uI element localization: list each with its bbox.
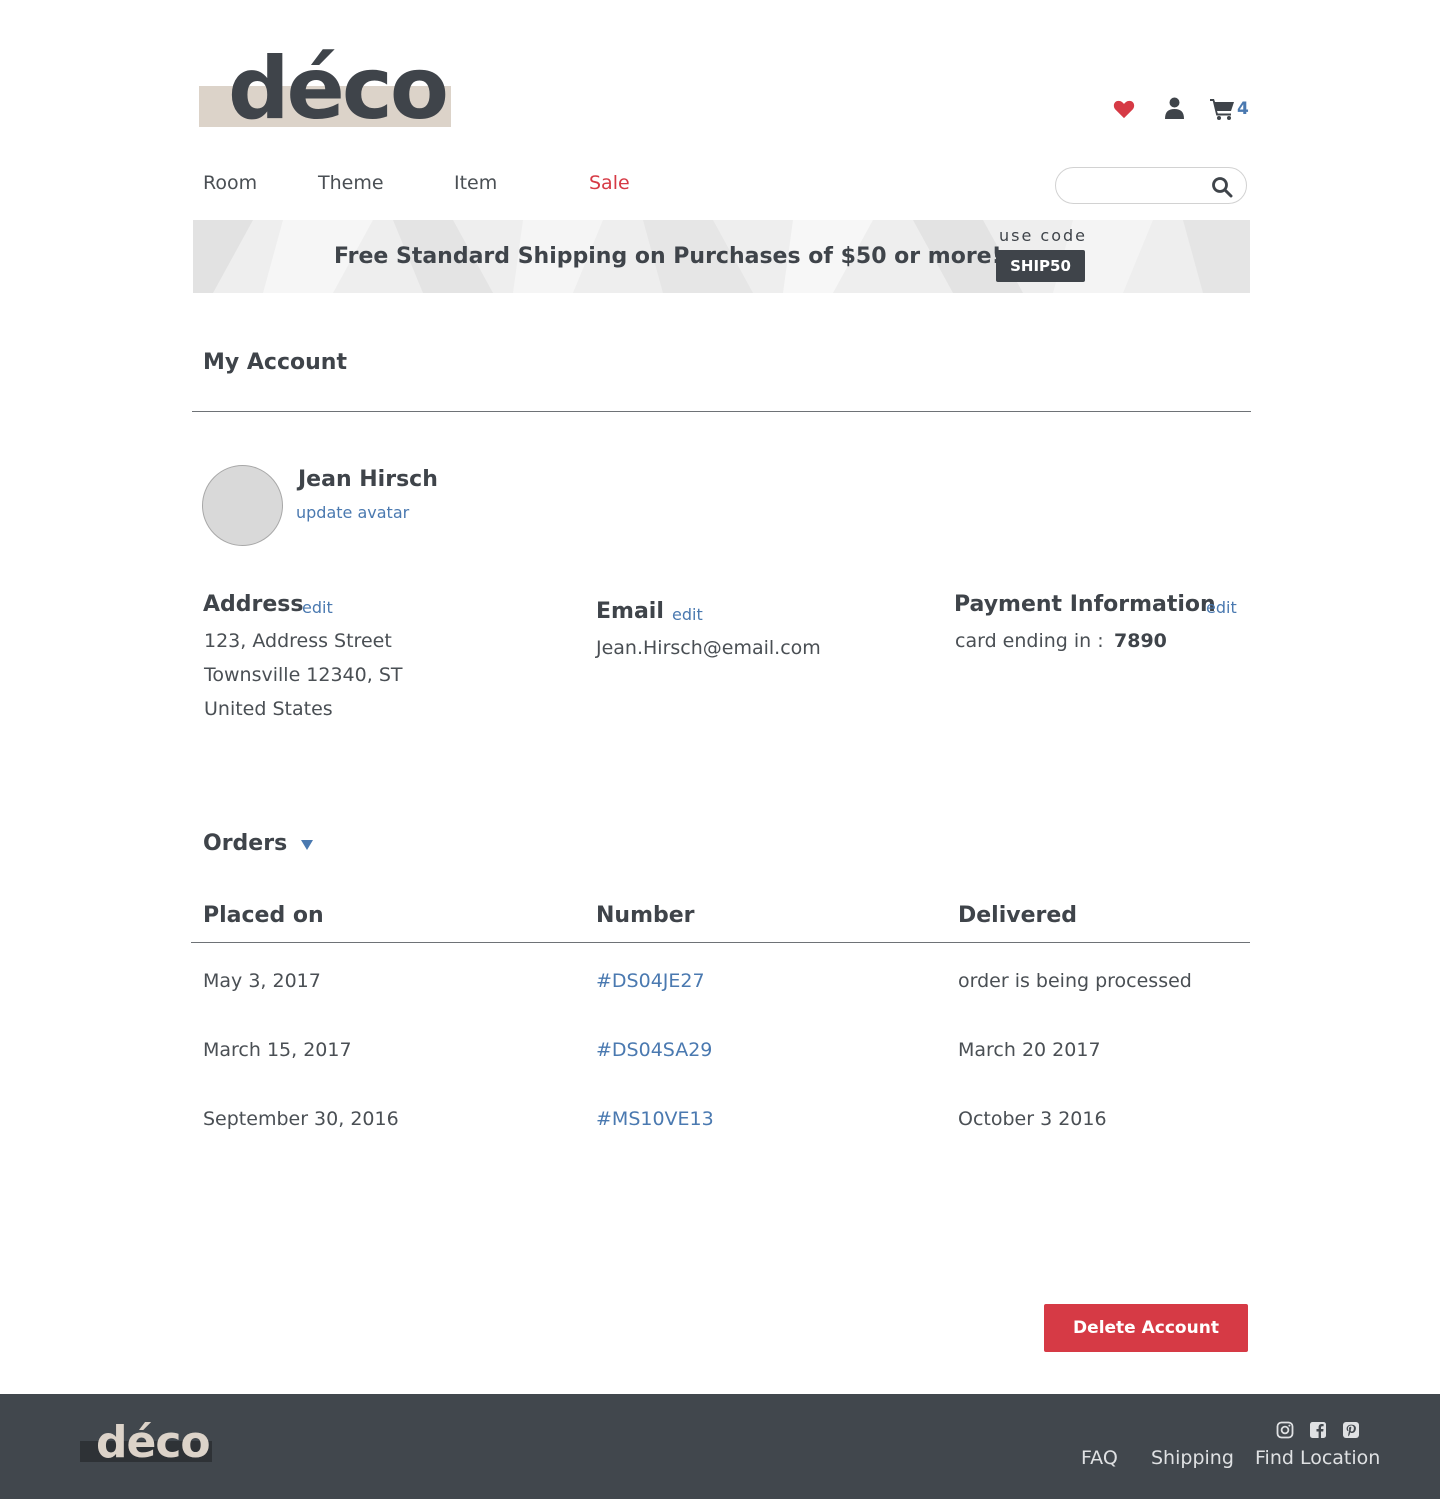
footer: déco FAQ Shipping Find Location [0,1394,1440,1499]
email-heading: Email [596,599,664,624]
banner-use-code-label: use code [999,226,1087,245]
banner-message: Free Standard Shipping on Purchases of $… [334,244,1002,269]
order-number-link[interactable]: #DS04JE27 [596,970,705,992]
nav-theme[interactable]: Theme [318,172,384,194]
footer-logo[interactable]: déco [80,1421,212,1466]
promo-code-badge: SHIP50 [996,250,1085,282]
page-title: My Account [203,350,347,375]
avatar [202,465,283,546]
nav-item[interactable]: Item [454,172,497,194]
order-placed-date: March 15, 2017 [203,1039,352,1061]
address-line-2: Townsville 12340, ST [204,664,403,686]
address-line-1: 123, Address Street [204,630,392,652]
update-avatar-link[interactable]: update avatar [296,503,409,522]
cart-icon[interactable] [1210,98,1234,120]
card-last-four: 7890 [1114,630,1167,652]
promo-banner: Free Standard Shipping on Purchases of $… [193,220,1250,293]
instagram-icon[interactable] [1276,1421,1294,1439]
order-placed-date: September 30, 2016 [203,1108,399,1130]
facebook-icon[interactable] [1309,1421,1327,1439]
cart-count-badge[interactable]: 4 [1237,99,1249,119]
address-heading: Address [203,592,304,617]
table-divider [191,942,1250,943]
email-edit-link[interactable]: edit [672,605,703,624]
card-ending-label: card ending in : [955,630,1104,652]
column-header-delivered: Delivered [958,903,1078,928]
site-logo[interactable]: déco [199,46,451,132]
footer-logo-text: déco [96,1417,211,1468]
footer-link-faq[interactable]: FAQ [1081,1447,1118,1469]
address-edit-link[interactable]: edit [302,598,333,617]
logo-text: déco [228,39,449,139]
nav-sale[interactable]: Sale [589,172,630,194]
email-value: Jean.Hirsch@email.com [596,637,821,659]
search-input[interactable] [1072,175,1212,197]
order-number-link[interactable]: #MS10VE13 [596,1108,714,1130]
pinterest-icon[interactable] [1342,1421,1360,1439]
address-line-3: United States [204,698,333,720]
payment-heading: Payment Information [954,592,1216,617]
delete-account-button[interactable]: Delete Account [1044,1304,1248,1352]
order-placed-date: May 3, 2017 [203,970,321,992]
order-delivery-status: order is being processed [958,970,1192,992]
order-delivery-status: October 3 2016 [958,1108,1107,1130]
nav-room[interactable]: Room [203,172,257,194]
footer-link-find-location[interactable]: Find Location [1255,1447,1380,1469]
caret-down-icon[interactable] [300,839,314,851]
payment-edit-link[interactable]: edit [1206,598,1237,617]
divider [192,411,1251,412]
order-number-link[interactable]: #DS04SA29 [596,1039,712,1061]
search-box [1055,167,1247,204]
footer-link-shipping[interactable]: Shipping [1151,1447,1234,1469]
order-delivery-status: March 20 2017 [958,1039,1101,1061]
search-icon[interactable] [1211,176,1233,198]
column-header-number: Number [596,903,695,928]
orders-heading: Orders [203,831,288,856]
column-header-placed: Placed on [203,903,324,928]
heart-icon[interactable] [1113,99,1135,119]
user-name: Jean Hirsch [298,467,438,492]
user-icon[interactable] [1165,97,1184,119]
